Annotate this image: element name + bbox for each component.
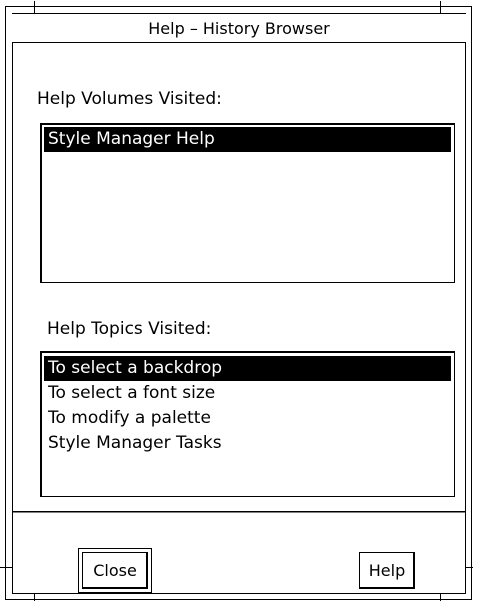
volumes-visited-label: Help Volumes Visited: [37, 89, 222, 109]
frame-resize-tick[interactable] [0, 567, 12, 568]
close-button-default-frame: Close [78, 548, 152, 593]
topics-visited-label: Help Topics Visited: [47, 319, 212, 339]
topics-visited-list[interactable]: To select a backdrop To select a font siz… [40, 351, 455, 497]
frame-resize-tick[interactable] [440, 593, 441, 601]
list-item[interactable]: To modify a palette [44, 406, 451, 431]
frame-resize-tick[interactable] [465, 567, 473, 568]
list-item[interactable]: Style Manager Help [44, 127, 451, 152]
volumes-visited-list[interactable]: Style Manager Help [40, 123, 455, 283]
window-title: Help – History Browser [148, 18, 330, 38]
button-area-separator [13, 511, 465, 513]
frame-resize-tick[interactable] [440, 1, 441, 13]
dialog-client-area: Help Volumes Visited: Style Manager Help… [12, 43, 466, 594]
window-titlebar[interactable]: Help – History Browser [12, 13, 466, 43]
frame-resize-tick[interactable] [34, 593, 35, 601]
list-item[interactable]: To select a backdrop [44, 356, 451, 381]
help-button[interactable]: Help [359, 552, 415, 589]
list-item[interactable]: To select a font size [44, 381, 451, 406]
close-button[interactable]: Close [82, 552, 148, 589]
history-browser-window: Help – History Browser Help Volumes Visi… [0, 1, 473, 601]
list-item[interactable]: Style Manager Tasks [44, 431, 451, 456]
frame-resize-tick[interactable] [34, 1, 35, 13]
